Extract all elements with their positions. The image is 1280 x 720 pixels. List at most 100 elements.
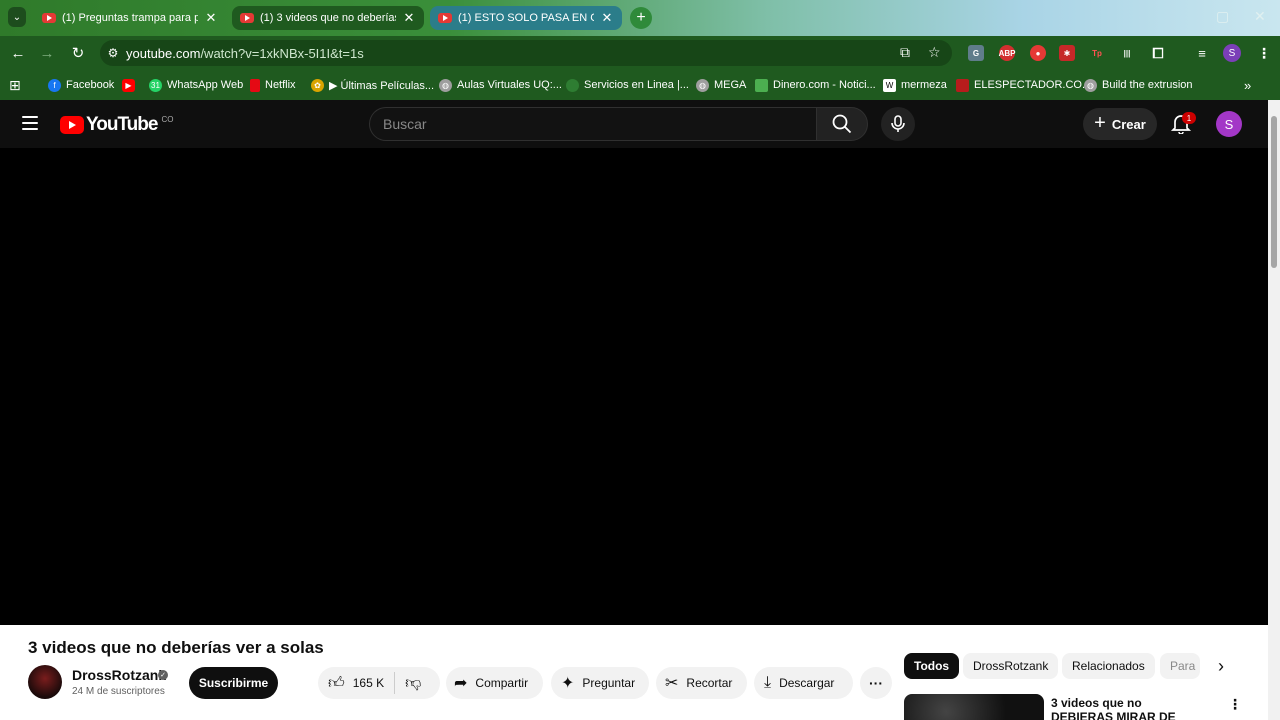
bookmark-whatsapp[interactable]: 31 WhatsApp Web	[149, 77, 243, 93]
subscriber-count: 24 M de suscriptores	[72, 686, 165, 697]
search-input[interactable]: Buscar	[369, 107, 817, 141]
youtube-favicon-icon	[42, 13, 56, 23]
download-icon: ⤓	[764, 674, 772, 691]
scissors-icon: ✂	[665, 675, 679, 692]
dislike-button[interactable]: 👎︎	[395, 667, 431, 699]
recommendation-menu-icon[interactable]: ⋮	[1228, 696, 1242, 713]
hamburger-menu-icon[interactable]	[22, 116, 38, 130]
new-tab-plus-icon[interactable]: +	[630, 7, 652, 29]
youtube-favicon-icon	[240, 13, 254, 23]
bookmark-build-extrusion[interactable]: ◍ Build the extrusion	[1084, 77, 1193, 93]
forward-arrow-icon[interactable]: →	[36, 42, 58, 64]
create-button[interactable]: + Crear	[1083, 108, 1157, 140]
browser-toolbar: ← → ↻ ⚙ youtube.com/watch?v=1xkNBx-5I1I&…	[0, 36, 1280, 70]
video-player[interactable]	[0, 148, 1268, 625]
download-button[interactable]: ⤓ Descargar	[754, 667, 853, 699]
extension-bug-icon[interactable]: ✱	[1059, 45, 1075, 61]
sparkle-icon: ✦	[561, 675, 575, 692]
chip-related[interactable]: Relacionados	[1062, 653, 1155, 679]
browser-tab-2[interactable]: (1) 3 videos que no deberías ver ✕	[232, 6, 424, 30]
restore-window-icon[interactable]: ▢	[1216, 8, 1229, 25]
extension-1-icon[interactable]: G	[968, 45, 984, 61]
more-bookmarks-chevron-icon[interactable]: »	[1244, 77, 1251, 93]
facebook-icon: f	[48, 78, 61, 92]
leaf-icon	[566, 78, 579, 92]
back-arrow-icon[interactable]: ←	[7, 42, 29, 64]
plus-icon: +	[1094, 111, 1106, 134]
bookmark-mega[interactable]: ◍ MEGA	[696, 77, 746, 93]
user-avatar[interactable]: S	[1216, 111, 1242, 137]
apps-grid-icon[interactable]: ⊞	[9, 77, 21, 93]
bookmark-dinero[interactable]: Dinero.com - Notici...	[755, 77, 876, 93]
subscribe-button[interactable]: Suscribirme	[189, 667, 278, 699]
whatsapp-icon: 31	[149, 78, 162, 92]
extensions-puzzle-icon[interactable]: ⧠	[1150, 45, 1166, 61]
more-actions-icon[interactable]: ···	[860, 667, 892, 699]
youtube-play-logo-icon	[60, 116, 84, 134]
tab-title: (1) Preguntas trampa para pasar	[62, 12, 198, 24]
site-settings-icon[interactable]: ⚙	[100, 46, 126, 60]
dinero-icon	[755, 78, 768, 92]
microphone-icon	[891, 115, 905, 132]
url-text: youtube.com/watch?v=1xkNBx-5I1I&t=1s	[126, 45, 364, 61]
youtube-icon: ▶	[122, 78, 135, 92]
like-button[interactable]: 👍︎ 165 K	[318, 667, 394, 699]
thumbs-down-icon: 👎︎	[405, 674, 422, 692]
install-app-icon[interactable]: ⧉	[900, 44, 910, 61]
bookmark-aulas[interactable]: ◍ Aulas Virtuales UQ:...	[439, 77, 562, 93]
youtube-logo[interactable]: YouTube CO	[60, 114, 173, 136]
tab-title: (1) ESTO SOLO PASA EN COLOMBIA	[458, 12, 594, 24]
share-button[interactable]: ➦ Compartir	[446, 667, 543, 699]
like-dislike-group: 👍︎ 165 K 👎︎	[318, 667, 440, 699]
video-title: 3 videos que no deberías ver a solas	[28, 638, 324, 657]
bookmark-peliculas[interactable]: ✿ ▶ Últimas Películas...	[311, 77, 434, 93]
watch-metadata: 3 videos que no deberías ver a solas Dro…	[0, 625, 1268, 720]
media-control-icon[interactable]: ≡	[1194, 45, 1210, 61]
scrollbar-thumb[interactable]	[1271, 116, 1277, 268]
extension-red-icon[interactable]: ●	[1030, 45, 1046, 61]
browser-tab-1[interactable]: (1) Preguntas trampa para pasar ✕	[34, 6, 226, 30]
tab-search-chevron-icon[interactable]: ⌄	[8, 7, 26, 27]
adblock-extension-icon[interactable]: ABP	[999, 45, 1015, 61]
globe-icon: ◍	[696, 78, 709, 92]
browser-menu-kebab-icon[interactable]: ⋮	[1256, 45, 1272, 61]
bookmark-mermeza[interactable]: Wmermeza	[883, 77, 947, 93]
bookmark-elespectador[interactable]: ELESPECTADOR.CO...	[956, 77, 1091, 93]
chevron-right-icon[interactable]: ›	[1208, 653, 1234, 679]
ask-button[interactable]: ✦ Preguntar	[551, 667, 649, 699]
voice-search-button[interactable]	[881, 107, 915, 141]
chip-todos[interactable]: Todos	[904, 653, 960, 679]
close-window-icon[interactable]: ✕	[1254, 8, 1266, 25]
extension-audio-icon[interactable]: |||	[1119, 45, 1135, 61]
chip-channel[interactable]: DrossRotzank	[963, 653, 1059, 679]
globe-icon: ◍	[1084, 78, 1097, 92]
address-bar[interactable]: ⚙ youtube.com/watch?v=1xkNBx-5I1I&t=1s ⧉…	[100, 40, 952, 66]
tab-title: (1) 3 videos que no deberías ver	[260, 12, 396, 24]
bookmarks-bar: ⊞ f Facebook ▶ 31 WhatsApp Web Netflix ✿ ▶ …	[0, 70, 1280, 100]
bookmark-facebook[interactable]: f Facebook	[48, 77, 114, 93]
page-scrollbar[interactable]	[1268, 100, 1280, 720]
bookmark-servicios[interactable]: Servicios en Linea |...	[566, 77, 689, 93]
recommendation-title[interactable]: 3 videos que no DEBIERAS MIRAR DE NOCHE	[1051, 696, 1201, 720]
notification-count-badge: 1	[1182, 112, 1196, 124]
bookmark-star-icon[interactable]: ☆	[928, 44, 941, 61]
tab-close-icon[interactable]: ✕	[204, 10, 218, 26]
recommendation-thumbnail[interactable]	[904, 694, 1044, 720]
reload-icon[interactable]: ↻	[67, 42, 89, 64]
wix-icon: W	[883, 78, 896, 92]
tab-close-icon[interactable]: ✕	[600, 10, 614, 26]
share-arrow-icon: ➦	[454, 675, 468, 692]
bookmark-youtube[interactable]: ▶	[122, 77, 140, 93]
channel-avatar[interactable]	[28, 665, 62, 699]
extension-tp-icon[interactable]: Tp	[1089, 45, 1105, 61]
netflix-icon	[250, 78, 260, 92]
browser-tab-3[interactable]: (1) ESTO SOLO PASA EN COLOMBIA ✕	[430, 6, 622, 30]
chip-para[interactable]: Para	[1160, 653, 1200, 679]
bookmark-netflix[interactable]: Netflix	[250, 77, 296, 93]
search-button[interactable]	[816, 107, 868, 141]
clip-button[interactable]: ✂ Recortar	[656, 667, 747, 699]
channel-name[interactable]: DrossRotzank	[72, 667, 166, 683]
verified-check-icon: ✓	[158, 670, 168, 680]
browser-profile-avatar[interactable]: S	[1223, 44, 1241, 62]
tab-close-icon[interactable]: ✕	[402, 10, 416, 26]
